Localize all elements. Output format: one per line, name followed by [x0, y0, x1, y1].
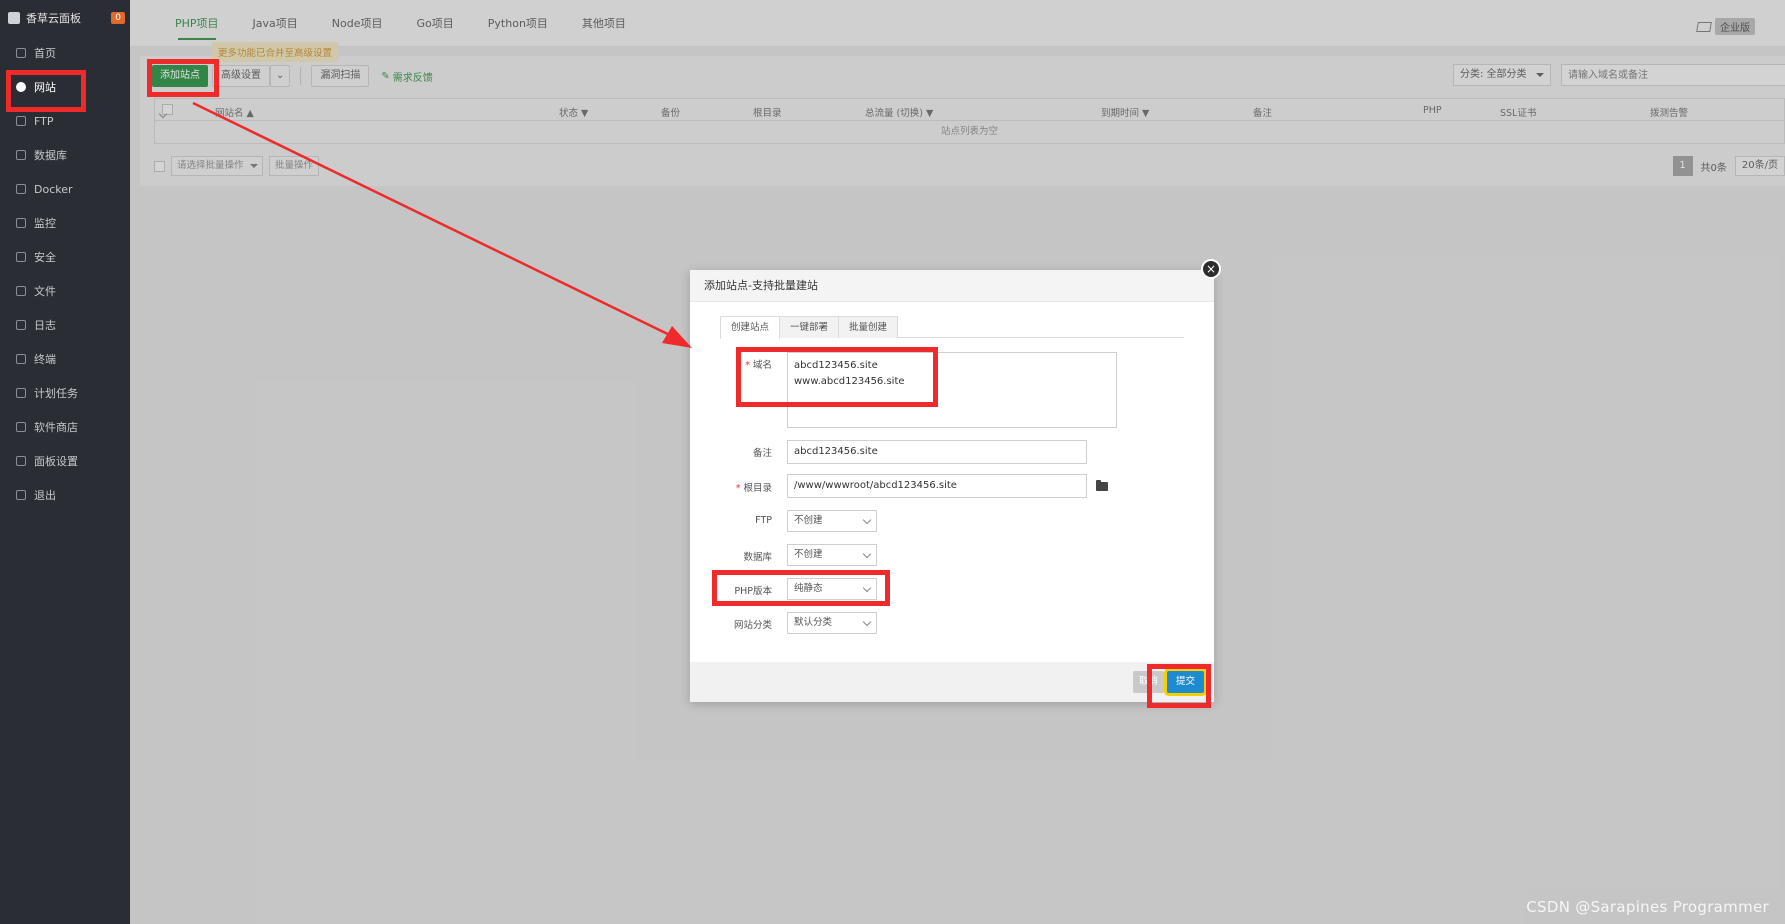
ftp-label: FTP	[755, 515, 772, 526]
folder-icon[interactable]	[1096, 480, 1108, 491]
sidebar-item-label: 日志	[34, 319, 56, 332]
sidebar-item-label: 退出	[34, 489, 56, 502]
dialog-title: 添加站点-支持批量建站	[690, 270, 1214, 302]
home-icon	[16, 48, 26, 58]
sidebar-item-label: 首页	[34, 47, 56, 60]
sidebar-item-label: Docker	[34, 182, 73, 196]
logout-icon	[16, 490, 26, 500]
brand: 香草云面板 0	[0, 0, 130, 36]
monitor-icon	[16, 218, 26, 228]
folder-icon	[16, 286, 26, 296]
tab-batch-create[interactable]: 批量创建	[838, 316, 899, 338]
sidebar-item-database[interactable]: 数据库	[0, 138, 130, 172]
sidebar-item-label: 安全	[34, 251, 56, 264]
category-select[interactable]: 默认分类	[787, 612, 877, 634]
sidebar-item-label: 监控	[34, 217, 56, 230]
sidebar-item-label: 文件	[34, 285, 56, 298]
remark-label: 备注	[752, 448, 772, 459]
shield-icon	[16, 252, 26, 262]
database-label: 数据库	[743, 552, 772, 563]
sidebar-item-monitor[interactable]: 监控	[0, 206, 130, 240]
category-label: 网站分类	[733, 620, 772, 631]
sidebar-item-home[interactable]: 首页	[0, 36, 130, 70]
sidebar-item-label: 计划任务	[34, 387, 78, 400]
notification-badge[interactable]: 0	[111, 12, 125, 24]
sidebar-item-label: 软件商店	[34, 421, 78, 434]
database-select[interactable]: 不创建	[787, 544, 877, 566]
highlight-submit	[1147, 664, 1211, 708]
root-label: * 根目录	[735, 483, 772, 494]
highlight-domain	[736, 347, 938, 407]
sidebar-item-store[interactable]: 软件商店	[0, 410, 130, 444]
dialog-tabs: 创建站点 一键部署 批量创建	[720, 316, 1184, 339]
sidebar-item-logs[interactable]: 日志	[0, 308, 130, 342]
sidebar: 香草云面板 0 首页 网站 FTP 数据库 Docker 监控 安全 文件 日志…	[0, 0, 130, 924]
ftp-icon	[16, 116, 26, 126]
sidebar-item-security[interactable]: 安全	[0, 240, 130, 274]
close-icon[interactable]: ×	[1201, 259, 1221, 279]
sidebar-item-terminal[interactable]: 终端	[0, 342, 130, 376]
store-icon	[16, 422, 26, 432]
sidebar-item-label: 面板设置	[34, 455, 78, 468]
sidebar-item-label: 终端	[34, 353, 56, 366]
dialog-footer: 取消 提交	[690, 662, 1214, 702]
highlight-php-version	[712, 570, 890, 606]
log-icon	[16, 320, 26, 330]
remark-input[interactable]: abcd123456.site	[787, 440, 1087, 464]
watermark: CSDN @Sarapines Programmer	[1526, 898, 1769, 916]
highlight-add-site	[147, 59, 219, 97]
sidebar-item-docker[interactable]: Docker	[0, 172, 130, 206]
docker-icon	[16, 184, 26, 194]
calendar-icon	[16, 388, 26, 398]
tab-one-click-deploy[interactable]: 一键部署	[779, 316, 840, 338]
sidebar-item-cron[interactable]: 计划任务	[0, 376, 130, 410]
highlight-website-nav	[6, 70, 86, 112]
gear-icon	[16, 456, 26, 466]
root-input[interactable]: /www/wwwroot/abcd123456.site	[787, 474, 1087, 498]
sidebar-item-settings[interactable]: 面板设置	[0, 444, 130, 478]
sidebar-item-logout[interactable]: 退出	[0, 478, 130, 512]
ftp-select[interactable]: 不创建	[787, 510, 877, 532]
sidebar-item-files[interactable]: 文件	[0, 274, 130, 308]
sidebar-item-label: 数据库	[34, 149, 67, 162]
brand-name: 香草云面板	[26, 12, 81, 25]
tab-create-site[interactable]: 创建站点	[720, 316, 781, 339]
add-site-dialog: 添加站点-支持批量建站 × 创建站点 一键部署 批量创建 * 域名 abcd123…	[690, 259, 1221, 702]
logo-icon	[8, 12, 20, 24]
database-icon	[16, 150, 26, 160]
terminal-icon	[16, 354, 26, 364]
sidebar-item-label: FTP	[34, 114, 54, 128]
